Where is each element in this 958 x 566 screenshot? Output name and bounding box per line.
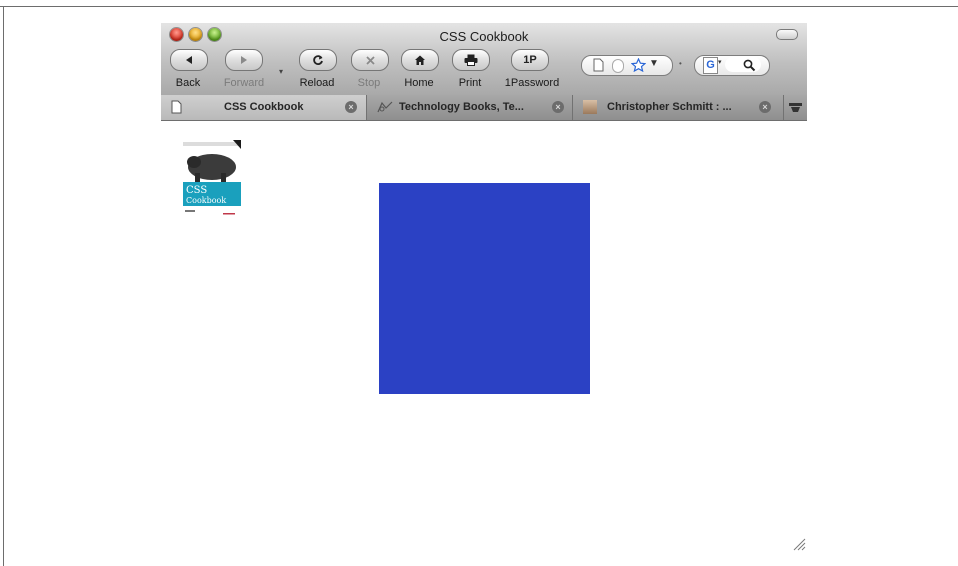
address-field-divider [612, 59, 624, 73]
address-bar[interactable]: ▼ [581, 55, 673, 76]
tab-bar: CSS Cookbook × Technology Books, Te... ×… [161, 95, 807, 121]
screen-border-left [3, 6, 4, 566]
google-logo-icon[interactable]: G [703, 57, 718, 74]
tab-technology-books[interactable]: Technology Books, Te... × [367, 95, 573, 120]
search-field[interactable]: G ▾ [694, 55, 770, 76]
stop-icon [365, 55, 375, 65]
tab-overflow-button[interactable] [784, 95, 807, 120]
toolbar-toggle-button[interactable] [776, 29, 798, 40]
search-engine-dropdown-icon[interactable]: ▾ [718, 58, 722, 66]
blue-square [379, 183, 590, 394]
reload-icon [313, 55, 323, 65]
tab-christopher-schmitt[interactable]: Christopher Schmitt : ... × [573, 95, 784, 120]
book-cover-image: CSS Cookbook [183, 140, 241, 218]
print-button[interactable] [452, 49, 490, 71]
search-icon[interactable] [743, 59, 756, 72]
tab-close-icon[interactable]: × [345, 101, 357, 113]
tab-label: Technology Books, Te... [399, 101, 524, 113]
tab-overflow-icon [789, 103, 802, 112]
print-label: Print [458, 77, 482, 89]
toolbar-separator-dot: • [679, 59, 682, 68]
forward-label: Forward [223, 77, 265, 89]
forward-button[interactable] [225, 49, 263, 71]
page-icon [171, 100, 182, 114]
svg-text:CSS: CSS [186, 185, 207, 196]
tab-favicon-icon [583, 100, 597, 114]
screen-border-top [0, 6, 958, 7]
tab-close-icon[interactable]: × [552, 101, 564, 113]
home-icon [415, 55, 425, 65]
stop-button[interactable] [351, 49, 389, 71]
tab-favicon-icon [377, 101, 393, 113]
bookmark-star-icon[interactable] [631, 58, 646, 72]
1password-icon: 1P [523, 54, 537, 66]
browser-window: CSS Cookbook Back Forward ▾ Reload Stop … [161, 23, 807, 121]
tab-css-cookbook[interactable]: CSS Cookbook × [161, 95, 367, 120]
window-title: CSS Cookbook [439, 29, 529, 44]
tab-label: Christopher Schmitt : ... [607, 101, 732, 113]
title-bar: CSS Cookbook Back Forward ▾ Reload Stop … [161, 23, 807, 96]
history-dropdown-icon[interactable]: ▾ [279, 67, 283, 76]
bookmark-dropdown-icon[interactable]: ▼ [649, 58, 659, 69]
back-arrow-icon [186, 56, 192, 64]
1password-button[interactable]: 1P [511, 49, 549, 71]
reload-button[interactable] [299, 49, 337, 71]
forward-arrow-icon [241, 56, 247, 64]
back-button[interactable] [170, 49, 208, 71]
home-button[interactable] [401, 49, 439, 71]
printer-icon [464, 54, 478, 66]
1password-label: 1Password [504, 77, 560, 89]
resize-grip-icon[interactable] [791, 536, 807, 552]
tab-close-icon[interactable]: × [759, 101, 771, 113]
page-icon [593, 58, 604, 72]
svg-text:Cookbook: Cookbook [186, 196, 226, 205]
tab-label: CSS Cookbook [224, 101, 304, 113]
